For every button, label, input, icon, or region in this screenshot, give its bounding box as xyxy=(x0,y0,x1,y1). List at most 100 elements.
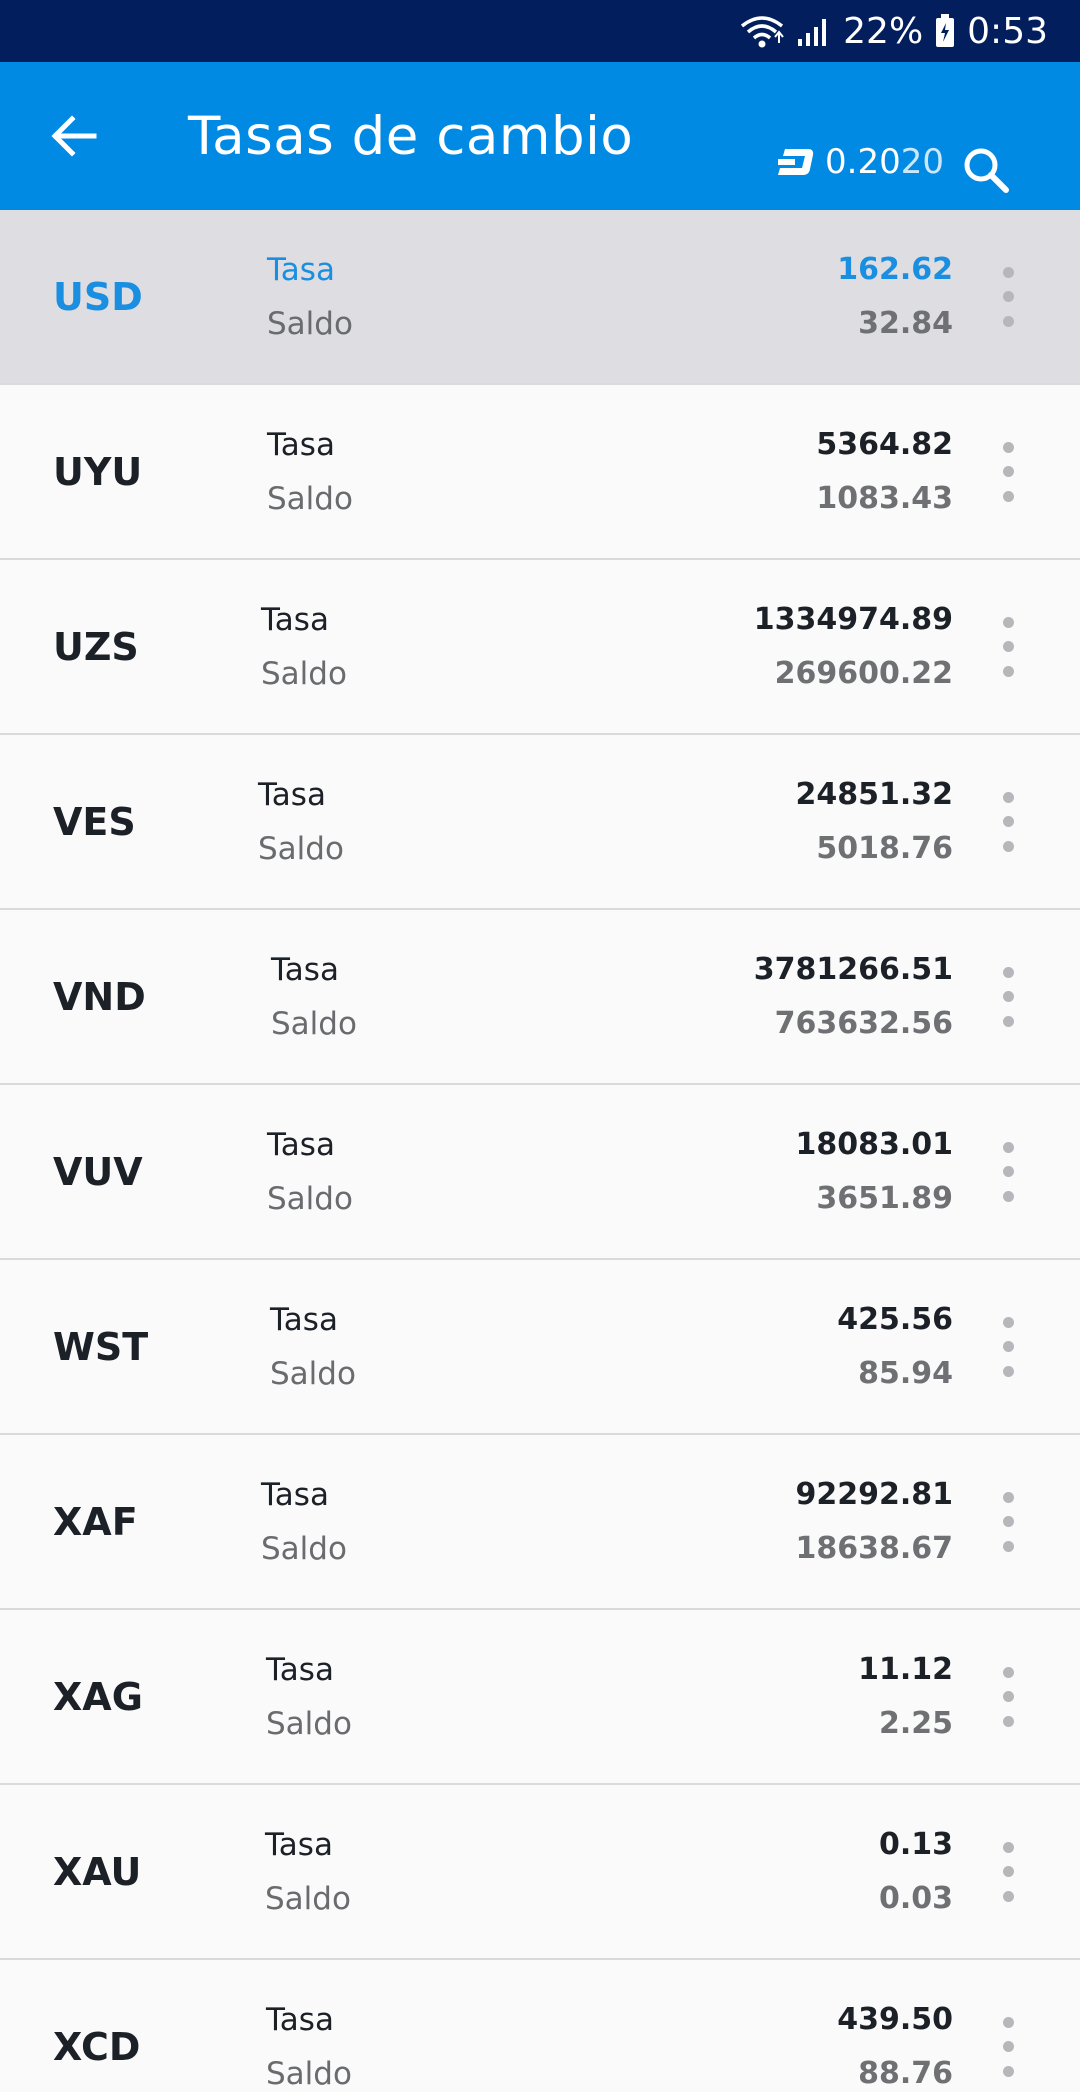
rate-value: 92292.81 xyxy=(795,1476,953,1512)
more-options-icon[interactable] xyxy=(988,2016,1028,2077)
row-labels: Tasa Saldo xyxy=(270,1293,356,1401)
more-options-icon[interactable] xyxy=(988,1841,1028,1902)
balance-label: Saldo xyxy=(267,1180,353,1217)
status-bar: 22% 0:53 xyxy=(0,0,1080,62)
currency-code: XCD xyxy=(53,2024,141,2069)
balance-label: Saldo xyxy=(267,305,353,342)
currency-row-xaf[interactable]: XAF Tasa Saldo 92292.81 18638.67 xyxy=(0,1435,1080,1610)
balance-label: Saldo xyxy=(270,1355,356,1392)
rate-value: 439.50 xyxy=(837,2001,953,2037)
balance-value: 2.25 xyxy=(878,1705,953,1741)
row-values: 162.62 32.84 xyxy=(837,243,953,351)
balance-label: Saldo xyxy=(271,1005,357,1042)
balance-label: Saldo xyxy=(265,1880,351,1917)
arrow-left-icon xyxy=(51,115,97,157)
balance-value: 269600.22 xyxy=(774,655,953,691)
currency-code: WST xyxy=(53,1324,149,1369)
balance-value: 85.94 xyxy=(858,1355,953,1391)
row-values: 24851.32 5018.76 xyxy=(795,768,953,876)
more-options-icon[interactable] xyxy=(988,791,1028,852)
row-labels: Tasa Saldo xyxy=(267,418,353,526)
app-bar: Tasas de cambio 0.2020 xyxy=(0,62,1080,210)
balance-small: 20 xyxy=(900,142,944,182)
wallet-balance[interactable]: 0.2020 xyxy=(775,142,944,182)
rate-value: 425.56 xyxy=(837,1301,953,1337)
row-labels: Tasa Saldo xyxy=(271,943,357,1051)
currency-row-xag[interactable]: XAG Tasa Saldo 11.12 2.25 xyxy=(0,1610,1080,1785)
row-labels: Tasa Saldo xyxy=(258,768,344,876)
more-options-icon[interactable] xyxy=(988,1666,1028,1727)
currency-row-vuv[interactable]: VUV Tasa Saldo 18083.01 3651.89 xyxy=(0,1085,1080,1260)
clock: 0:53 xyxy=(967,10,1048,52)
row-labels: Tasa Saldo xyxy=(261,593,347,701)
rate-label: Tasa xyxy=(267,251,335,288)
row-values: 0.13 0.03 xyxy=(879,1818,953,1926)
rate-value: 1334974.89 xyxy=(753,601,953,637)
balance-value: 32.84 xyxy=(858,305,953,341)
more-options-icon[interactable] xyxy=(988,266,1028,327)
row-labels: Tasa Saldo xyxy=(265,1818,351,1926)
row-labels: Tasa Saldo xyxy=(261,1468,347,1576)
currency-row-xau[interactable]: XAU Tasa Saldo 0.13 0.03 xyxy=(0,1785,1080,1960)
currency-code: VUV xyxy=(53,1149,143,1194)
row-values: 5364.82 1083.43 xyxy=(816,418,953,526)
more-options-icon[interactable] xyxy=(988,441,1028,502)
signal-icon xyxy=(797,15,831,47)
row-labels: Tasa Saldo xyxy=(266,1643,352,1751)
rate-value: 11.12 xyxy=(858,1651,953,1687)
currency-row-vnd[interactable]: VND Tasa Saldo 3781266.51 763632.56 xyxy=(0,910,1080,1085)
rate-label: Tasa xyxy=(267,426,335,463)
battery-charging-icon xyxy=(935,14,955,48)
row-values: 1334974.89 269600.22 xyxy=(754,593,953,701)
currency-code: UYU xyxy=(53,449,143,494)
currency-code: VES xyxy=(53,799,136,844)
balance-value: 763632.56 xyxy=(774,1005,953,1041)
row-labels: Tasa Saldo xyxy=(267,243,353,351)
currency-row-uzs[interactable]: UZS Tasa Saldo 1334974.89 269600.22 xyxy=(0,560,1080,735)
dash-logo-icon xyxy=(778,149,814,175)
row-values: 425.56 85.94 xyxy=(837,1293,953,1401)
rate-label: Tasa xyxy=(265,1826,333,1863)
balance-value: 3651.89 xyxy=(816,1180,953,1216)
rate-label: Tasa xyxy=(266,2001,334,2038)
more-options-icon[interactable] xyxy=(988,616,1028,677)
search-icon xyxy=(964,148,1009,193)
currency-code: XAG xyxy=(53,1674,143,1719)
rate-label: Tasa xyxy=(261,601,329,638)
rate-value: 0.13 xyxy=(878,1826,953,1862)
balance-value: 0.03 xyxy=(878,1880,953,1916)
row-values: 3781266.51 763632.56 xyxy=(754,943,953,1051)
rate-label: Tasa xyxy=(270,1301,338,1338)
row-values: 439.50 88.76 xyxy=(837,1993,953,2092)
balance-label: Saldo xyxy=(261,655,347,692)
more-options-icon[interactable] xyxy=(988,1141,1028,1202)
rate-label: Tasa xyxy=(266,1651,334,1688)
currency-row-wst[interactable]: WST Tasa Saldo 425.56 85.94 xyxy=(0,1260,1080,1435)
balance-value: 1083.43 xyxy=(816,480,953,516)
more-options-icon[interactable] xyxy=(988,1316,1028,1377)
balance-value: 5018.76 xyxy=(816,830,953,866)
currency-row-xcd[interactable]: XCD Tasa Saldo 439.50 88.76 xyxy=(0,1960,1080,2092)
currency-row-uyu[interactable]: UYU Tasa Saldo 5364.82 1083.43 xyxy=(0,385,1080,560)
wifi-icon xyxy=(739,13,785,49)
page-title: Tasas de cambio xyxy=(188,106,634,167)
search-button[interactable] xyxy=(958,142,1014,198)
rate-label: Tasa xyxy=(271,951,339,988)
currency-row-usd[interactable]: USD Tasa Saldo 162.62 32.84 xyxy=(0,210,1080,385)
currency-code: XAF xyxy=(53,1499,138,1544)
battery-percent: 22% xyxy=(843,10,924,52)
balance-label: Saldo xyxy=(261,1530,347,1567)
balance-amount: 0.2020 xyxy=(825,142,944,182)
balance-label: Saldo xyxy=(267,480,353,517)
more-options-icon[interactable] xyxy=(988,1491,1028,1552)
row-values: 18083.01 3651.89 xyxy=(795,1118,953,1226)
balance-label: Saldo xyxy=(258,830,344,867)
rate-value: 18083.01 xyxy=(795,1126,953,1162)
row-values: 11.12 2.25 xyxy=(858,1643,953,1751)
row-labels: Tasa Saldo xyxy=(267,1118,353,1226)
currency-row-ves[interactable]: VES Tasa Saldo 24851.32 5018.76 xyxy=(0,735,1080,910)
currency-code: UZS xyxy=(53,624,139,669)
back-button[interactable] xyxy=(46,112,102,160)
rate-value: 5364.82 xyxy=(816,426,953,462)
more-options-icon[interactable] xyxy=(988,966,1028,1027)
